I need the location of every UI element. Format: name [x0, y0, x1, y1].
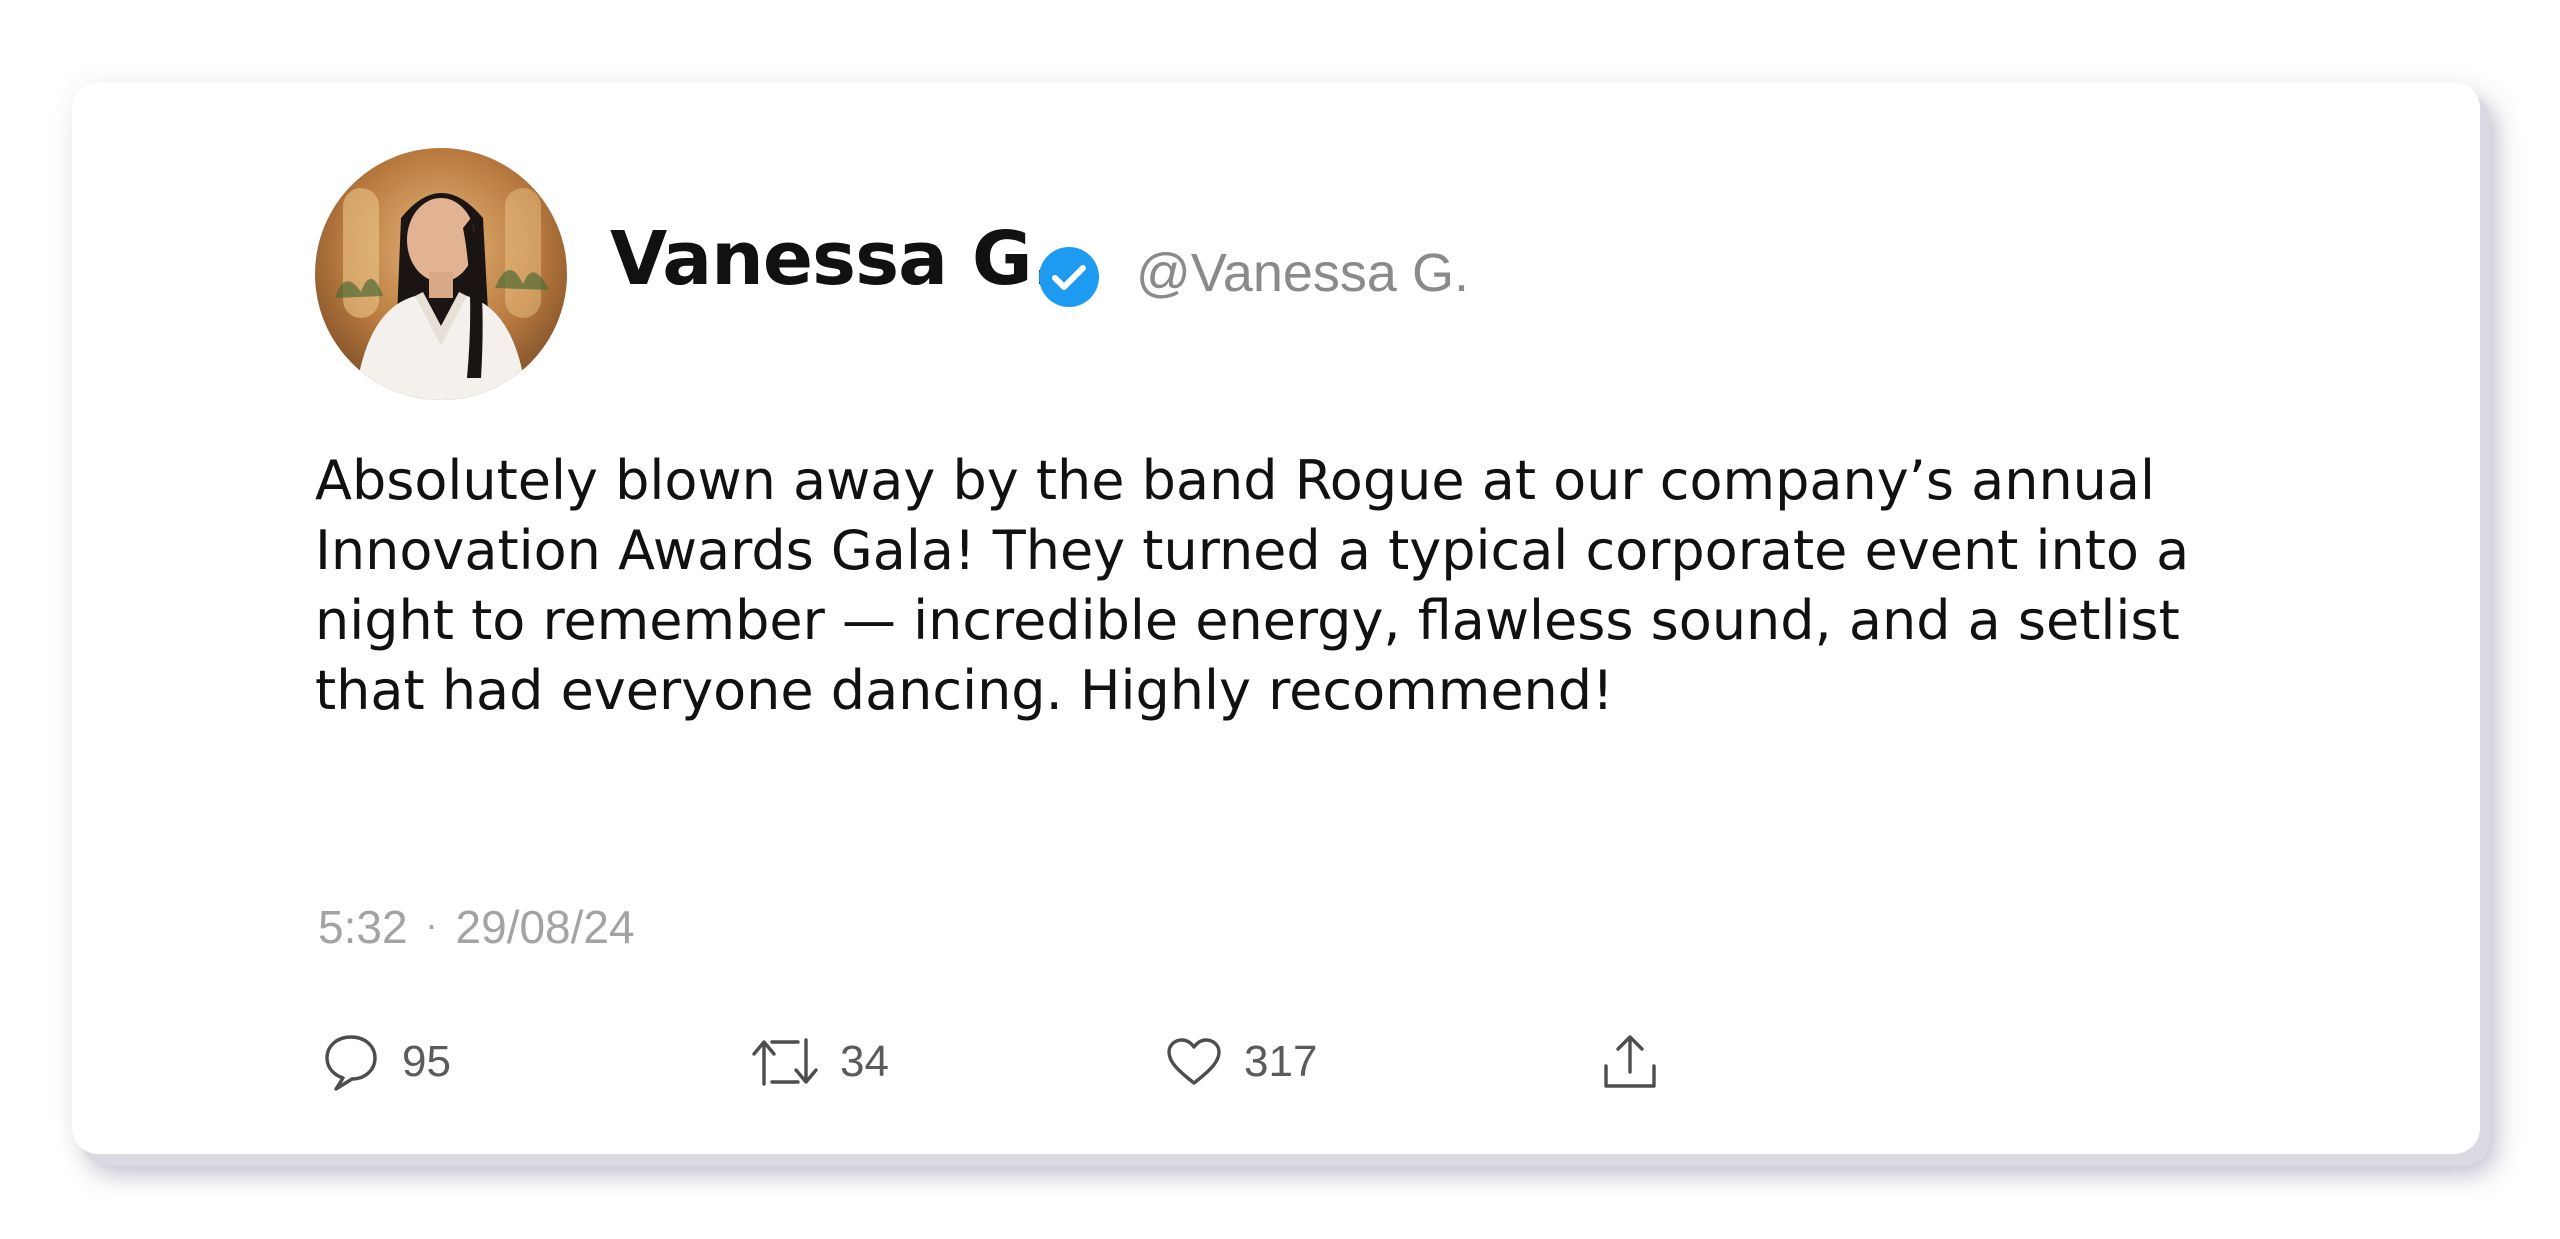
reply-count: 95: [402, 1037, 451, 1086]
avatar-photo: [315, 148, 567, 400]
retweet-count: 34: [840, 1037, 889, 1086]
verified-badge-icon: [1039, 247, 1099, 307]
avatar[interactable]: [315, 148, 567, 400]
tweet-date: 29/08/24: [455, 901, 635, 953]
tweet-time: 5:32: [318, 901, 408, 953]
user-handle[interactable]: @Vanessa G.: [1136, 246, 1469, 300]
share-button[interactable]: [1602, 1030, 1658, 1094]
like-count: 317: [1244, 1037, 1318, 1086]
share-icon: [1604, 1035, 1656, 1088]
heart-icon: [1167, 1038, 1221, 1085]
like-button[interactable]: 317: [1166, 1030, 1317, 1094]
speech-bubble-icon: [325, 1035, 377, 1091]
tweet-timestamp: 5:32 · 29/08/24: [318, 904, 635, 950]
retweet-button[interactable]: 34: [752, 1030, 889, 1094]
reply-button[interactable]: 95: [322, 1030, 451, 1094]
retweet-icon: [752, 1038, 818, 1086]
tweet-text: Absolutely blown away by the band Rogue …: [315, 449, 2190, 722]
separator-dot: ·: [425, 904, 438, 945]
display-name[interactable]: Vanessa G.: [610, 222, 1060, 296]
